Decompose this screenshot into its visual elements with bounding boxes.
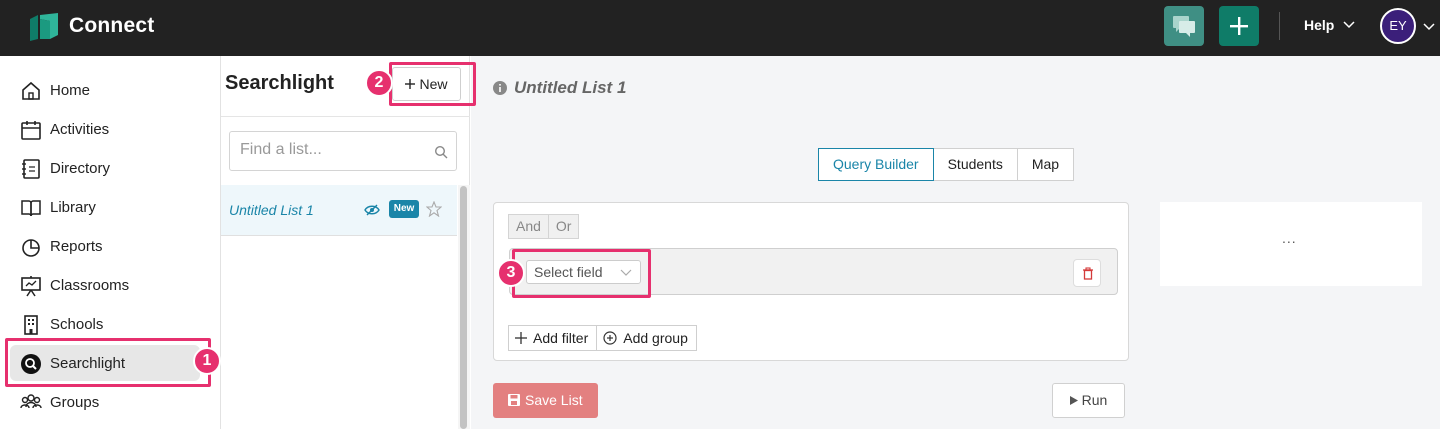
list-scrollbar[interactable] [460, 186, 467, 429]
search-input[interactable] [240, 141, 430, 159]
highlight-box-select-field [512, 249, 651, 298]
tab-map[interactable]: Map [1016, 148, 1075, 181]
sidebar-item-label: Activities [50, 121, 110, 138]
query-actions: Add filter Add group [508, 325, 697, 351]
callout-badge-1: 1 [193, 347, 221, 375]
plus-icon [515, 332, 527, 344]
list-search-field[interactable] [229, 131, 457, 171]
plus-icon [1230, 17, 1248, 35]
star-icon[interactable] [426, 201, 442, 217]
visibility-off-icon[interactable] [364, 203, 380, 217]
sidebar-item-reports[interactable]: Reports [10, 228, 200, 264]
and-or-toggle: And Or [508, 214, 580, 239]
sidebar-item-label: Reports [50, 238, 103, 255]
save-list-button[interactable]: Save List [493, 383, 598, 418]
sidebar-item-label: Home [50, 82, 91, 99]
panel-title: Searchlight [225, 72, 334, 94]
and-button[interactable]: And [508, 214, 549, 239]
sidebar-item-label: Groups [50, 394, 100, 411]
top-bar: Connect Help EY [0, 0, 1440, 56]
highlight-box-searchlight [5, 338, 211, 387]
divider [221, 116, 470, 117]
save-icon [508, 394, 520, 406]
calendar-icon [21, 121, 41, 140]
main-content: Untitled List 1 Query Builder Students M… [471, 56, 1440, 429]
add-filter-label: Add filter [533, 330, 589, 346]
sidebar-item-label: Classrooms [50, 277, 130, 294]
run-button[interactable]: Run [1052, 383, 1125, 418]
run-label: Run [1081, 392, 1108, 408]
groups-icon [20, 394, 42, 409]
sidebar-item-label: Library [50, 199, 96, 216]
new-badge: New [389, 200, 419, 218]
app-title[interactable]: Connect [69, 14, 154, 38]
sidebar-item-directory[interactable]: Directory [10, 150, 200, 186]
highlight-box-new-button [389, 62, 476, 106]
add-group-button[interactable]: Add group [596, 325, 697, 351]
list-panel: Searchlight New Untitled List 1 New [221, 56, 470, 429]
tab-students[interactable]: Students [932, 148, 1018, 181]
or-button[interactable]: Or [547, 214, 580, 239]
add-group-label: Add group [623, 330, 688, 346]
results-preview-card: ... [1160, 202, 1422, 286]
sidebar-item-home[interactable]: Home [10, 72, 200, 108]
sidebar-item-library[interactable]: Library [10, 189, 200, 225]
list-name[interactable]: Untitled List 1 [229, 202, 314, 218]
plus-circle-icon [603, 331, 617, 345]
chevron-down-icon[interactable] [1342, 17, 1356, 31]
search-icon [434, 145, 448, 159]
play-icon [1069, 396, 1078, 405]
user-avatar[interactable]: EY [1380, 8, 1416, 44]
home-icon [22, 81, 40, 100]
callout-badge-2: 2 [365, 69, 393, 97]
messages-button[interactable] [1164, 6, 1204, 46]
loading-indicator: ... [1282, 230, 1297, 246]
connect-logo-icon[interactable] [28, 11, 60, 43]
book-icon [21, 200, 41, 217]
trash-icon [1083, 267, 1093, 280]
sidebar-item-groups[interactable]: Groups [10, 384, 200, 420]
info-icon[interactable] [493, 81, 507, 95]
chevron-down-icon[interactable] [1422, 19, 1436, 33]
sidebar-item-activities[interactable]: Activities [10, 111, 200, 147]
sidebar-item-label: Schools [50, 316, 104, 333]
sidebar-item-schools[interactable]: Schools [10, 306, 200, 342]
topbar-divider [1279, 12, 1280, 40]
callout-badge-3: 3 [497, 259, 525, 287]
pie-chart-icon [22, 239, 40, 257]
save-list-label: Save List [525, 392, 583, 408]
directory-icon [22, 159, 40, 179]
list-title[interactable]: Untitled List 1 [514, 78, 626, 98]
tab-query-builder[interactable]: Query Builder [818, 148, 934, 181]
add-filter-button[interactable]: Add filter [508, 325, 598, 351]
view-tabs: Query Builder Students Map [818, 148, 1075, 181]
create-button[interactable] [1219, 6, 1259, 46]
building-icon [24, 315, 38, 335]
list-item[interactable]: Untitled List 1 New [221, 185, 457, 236]
presentation-icon [21, 276, 41, 297]
sidebar-item-classrooms[interactable]: Classrooms [10, 267, 200, 303]
chat-bubbles-icon [1173, 16, 1195, 37]
help-menu[interactable]: Help [1304, 17, 1334, 33]
delete-rule-button[interactable] [1073, 259, 1101, 287]
sidebar-item-label: Directory [50, 160, 111, 177]
